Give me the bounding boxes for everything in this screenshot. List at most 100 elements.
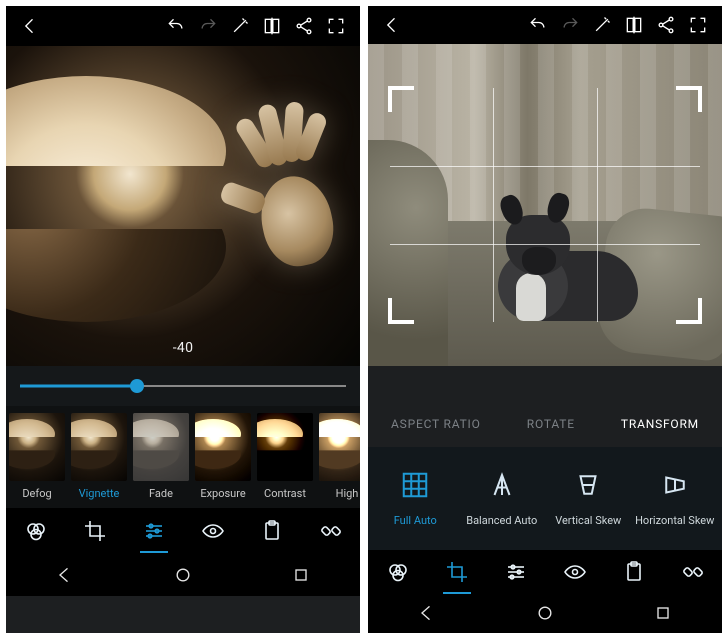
clipboard-icon	[622, 560, 646, 588]
tool-heal[interactable]	[309, 511, 353, 555]
topbar	[6, 6, 360, 46]
system-nav	[6, 558, 360, 596]
compare-icon[interactable]	[618, 9, 650, 41]
undo-icon[interactable]	[160, 10, 192, 42]
option-label: Full Auto	[394, 514, 437, 527]
tool-clipboard[interactable]	[612, 552, 656, 596]
tool-tabbar	[368, 550, 722, 597]
tool-tabbar	[6, 508, 360, 558]
filter-label: Fade	[149, 487, 173, 500]
heal-icon	[319, 519, 343, 547]
option-full-auto[interactable]: Full Auto	[372, 470, 459, 527]
subtab-transform[interactable]: TRANSFORM	[613, 411, 707, 437]
heal-icon	[681, 560, 705, 588]
filter-thumb	[319, 413, 360, 481]
crop-handle-br[interactable]	[676, 298, 702, 324]
nav-home-icon[interactable]	[535, 603, 555, 627]
filter-thumb	[195, 413, 251, 481]
filter-exposure[interactable]: Exposure	[192, 406, 254, 508]
share-icon[interactable]	[650, 9, 682, 41]
crop-canvas[interactable]	[368, 44, 722, 366]
option-label: Vertical Skew	[555, 514, 621, 527]
filter-defog[interactable]: Defog	[6, 406, 68, 508]
topbar	[368, 6, 722, 44]
wand-icon[interactable]	[224, 10, 256, 42]
tool-eye[interactable]	[191, 511, 235, 555]
grid-line	[493, 88, 494, 322]
subtab-aspect-ratio[interactable]: ASPECT RATIO	[383, 411, 489, 437]
adjustment-slider-row	[6, 366, 360, 406]
tool-adjust[interactable]	[132, 511, 176, 555]
transform-options: Full Auto Balanced Auto Vertical Skew Horiz…	[368, 447, 722, 551]
option-horizontal-skew[interactable]: Horizontal Skew	[632, 470, 719, 527]
crop-handle-bl[interactable]	[388, 298, 414, 324]
filter-label: Contrast	[264, 487, 306, 500]
fullscreen-icon[interactable]	[320, 10, 352, 42]
nav-recent-icon[interactable]	[653, 603, 673, 627]
filter-thumb	[257, 413, 313, 481]
preview-image	[6, 46, 360, 366]
tool-crop[interactable]	[435, 552, 479, 596]
full-auto-icon	[400, 470, 430, 504]
option-balanced-auto[interactable]: Balanced Auto	[459, 470, 546, 527]
tool-crop[interactable]	[73, 511, 117, 555]
filter-high[interactable]: High	[316, 406, 360, 508]
filter-thumb	[71, 413, 127, 481]
horizontal-skew-icon	[660, 470, 690, 504]
undo-icon[interactable]	[522, 9, 554, 41]
wand-icon[interactable]	[586, 9, 618, 41]
balanced-auto-icon	[487, 470, 517, 504]
nav-back-icon[interactable]	[417, 603, 437, 627]
filter-contrast[interactable]: Contrast	[254, 406, 316, 508]
crop-handle-tr[interactable]	[676, 86, 702, 112]
tool-heal[interactable]	[671, 552, 715, 596]
compare-icon[interactable]	[256, 10, 288, 42]
filter-label: Defog	[22, 487, 51, 500]
crop-handle-tl[interactable]	[388, 86, 414, 112]
grid-line	[390, 166, 700, 167]
tool-adjust[interactable]	[494, 552, 538, 596]
system-nav	[368, 597, 722, 633]
crop-subtabs: ASPECT RATIO ROTATE TRANSFORM	[368, 399, 722, 446]
back-icon[interactable]	[14, 10, 46, 42]
crop-icon	[83, 519, 107, 547]
adjustment-value: -40	[6, 340, 360, 356]
tool-looks[interactable]	[14, 511, 58, 555]
redo-icon[interactable]	[554, 9, 586, 41]
subtab-rotate[interactable]: ROTATE	[519, 411, 583, 437]
back-icon[interactable]	[376, 9, 408, 41]
looks-icon	[24, 519, 48, 547]
eye-icon	[201, 519, 225, 547]
image-canvas[interactable]: -40	[6, 46, 360, 366]
filter-thumb	[133, 413, 189, 481]
crop-frame[interactable]	[390, 88, 700, 322]
grid-line	[597, 88, 598, 322]
tool-looks[interactable]	[376, 552, 420, 596]
filter-vignette[interactable]: Vignette	[68, 406, 130, 508]
fullscreen-icon[interactable]	[682, 9, 714, 41]
looks-icon	[386, 560, 410, 588]
share-icon[interactable]	[288, 10, 320, 42]
editor-screen-adjust: -40 Defog Vignette Fade Exposure Contrast Hig…	[6, 6, 360, 633]
filter-label: Exposure	[200, 487, 245, 500]
adjust-icon	[504, 560, 528, 588]
filter-thumb	[9, 413, 65, 481]
nav-back-icon[interactable]	[55, 565, 75, 589]
vertical-skew-icon	[573, 470, 603, 504]
nav-home-icon[interactable]	[173, 565, 193, 589]
eye-icon	[563, 560, 587, 588]
nav-recent-icon[interactable]	[291, 565, 311, 589]
option-vertical-skew[interactable]: Vertical Skew	[545, 470, 632, 527]
tool-eye[interactable]	[553, 552, 597, 596]
filter-label: High	[336, 487, 359, 500]
tool-clipboard[interactable]	[250, 511, 294, 555]
clipboard-icon	[260, 519, 284, 547]
option-label: Horizontal Skew	[635, 514, 714, 527]
adjustment-slider[interactable]	[20, 376, 346, 396]
filter-fade[interactable]: Fade	[130, 406, 192, 508]
filter-strip[interactable]: Defog Vignette Fade Exposure Contrast High	[6, 406, 360, 508]
crop-icon	[445, 560, 469, 588]
editor-screen-crop: ASPECT RATIO ROTATE TRANSFORM Full Auto Bal…	[368, 6, 722, 633]
grid-line	[390, 244, 700, 245]
redo-icon[interactable]	[192, 10, 224, 42]
